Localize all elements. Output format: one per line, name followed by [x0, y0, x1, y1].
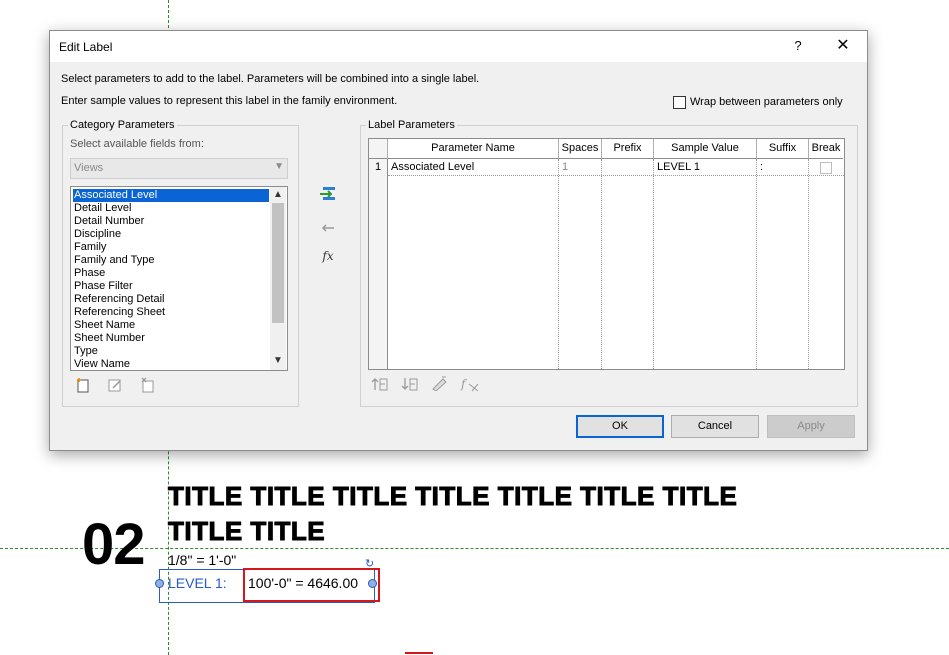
list-item[interactable]: View Name [73, 358, 269, 370]
rotate-grip-icon[interactable]: ↻ [365, 557, 374, 570]
wrap-checkbox-label: Wrap between parameters only [690, 96, 843, 108]
list-item[interactable]: Phase [73, 267, 269, 280]
formula-icon[interactable]: fx [318, 246, 338, 266]
col-sample-value[interactable]: Sample Value [654, 139, 757, 159]
view-scale: 1/8" = 1'-0" [168, 552, 237, 568]
cell-break-checkbox[interactable] [820, 162, 832, 174]
grid-line [756, 159, 757, 369]
col-suffix[interactable]: Suffix [757, 139, 809, 159]
level-elevation-value[interactable]: 100'-0" = 4646.00 [248, 575, 358, 591]
list-item[interactable]: Sheet Name [73, 319, 269, 332]
dialog-description-2: Enter sample values to represent this la… [61, 95, 398, 107]
col-spaces[interactable]: Spaces [559, 139, 602, 159]
wrap-checkbox[interactable] [673, 95, 686, 109]
close-button[interactable]: ✕ [830, 34, 856, 58]
category-parameter-list[interactable]: Associated Level Detail Level Detail Numbe… [70, 186, 288, 371]
scroll-up-icon[interactable]: ▲ [272, 188, 284, 202]
dialog-titlebar[interactable]: Edit Label ? ✕ [50, 31, 867, 62]
dialog-title: Edit Label [59, 40, 113, 54]
level-label-text[interactable]: LEVEL 1: [168, 575, 227, 591]
new-parameter-icon[interactable] [73, 377, 93, 397]
list-item[interactable]: Associated Level [73, 189, 269, 202]
fields-label: Select available fields from: [70, 138, 204, 150]
edit-format-icon[interactable] [430, 375, 450, 395]
scroll-down-icon[interactable]: ▼ [272, 354, 284, 368]
svg-text:f: f [460, 377, 468, 391]
list-item[interactable]: Phase Filter [73, 280, 269, 293]
view-title-line-1: TITLE TITLE TITLE TITLE TITLE TITLE TITL… [167, 481, 738, 512]
move-down-icon[interactable] [400, 376, 420, 396]
cell-parameter-name[interactable]: Associated Level [388, 159, 558, 175]
view-title-line-2: TITLE TITLE [167, 516, 326, 547]
move-up-icon[interactable] [370, 376, 390, 396]
fields-source-value: Views [74, 162, 104, 174]
apply-button[interactable]: Apply [767, 415, 855, 438]
view-number: 02 [82, 512, 146, 577]
edit-parameter-icon[interactable] [105, 377, 125, 397]
dialog-description-1: Select parameters to add to the label. P… [61, 73, 480, 85]
list-item[interactable]: Family and Type [73, 254, 269, 267]
grid-corner [369, 139, 388, 159]
list-item[interactable]: Detail Number [73, 215, 269, 228]
row-index: 1 [375, 161, 382, 173]
col-break[interactable]: Break [809, 139, 843, 159]
list-item[interactable]: Sheet Number [73, 332, 269, 345]
category-parameters-title: Category Parameters [68, 119, 177, 131]
grid-line [653, 159, 654, 369]
list-scrollbar[interactable]: ▲ ▼ [270, 187, 286, 370]
wrap-checkbox-row[interactable]: Wrap between parameters only [673, 95, 843, 109]
edit-label-dialog: Edit Label ? ✕ Select parameters to add … [49, 30, 868, 451]
left-drag-grip[interactable] [155, 579, 164, 588]
label-parameters-title: Label Parameters [366, 119, 457, 131]
list-item[interactable]: Discipline [73, 228, 269, 241]
ok-button[interactable]: OK [576, 415, 664, 438]
list-item[interactable]: Referencing Detail [73, 293, 269, 306]
label-parameters-grid[interactable]: Parameter Name Spaces Prefix Sample Valu… [368, 138, 845, 370]
fields-source-select[interactable]: Views ▼ [70, 158, 288, 179]
add-parameter-icon[interactable] [318, 186, 338, 206]
delete-parameter-icon[interactable] [138, 377, 158, 397]
cell-sample-value[interactable]: LEVEL 1 [654, 159, 756, 175]
col-parameter-name[interactable]: Parameter Name [388, 139, 559, 159]
grid-line [808, 159, 809, 369]
grid-line [601, 159, 602, 369]
chevron-down-icon: ▼ [274, 161, 284, 172]
cell-spaces[interactable]: 1 [559, 159, 601, 175]
row-separator [388, 175, 844, 176]
scrollbar-thumb[interactable] [272, 203, 284, 323]
cancel-button[interactable]: Cancel [671, 415, 759, 438]
list-item[interactable]: Referencing Sheet [73, 306, 269, 319]
list-item[interactable]: Detail Level [73, 202, 269, 215]
remove-parameter-icon[interactable] [318, 220, 338, 240]
help-button[interactable]: ? [786, 34, 810, 58]
list-item[interactable]: Family [73, 241, 269, 254]
grid-line [558, 159, 559, 369]
cell-suffix[interactable]: : [757, 159, 808, 175]
red-mark [405, 652, 433, 654]
col-prefix[interactable]: Prefix [602, 139, 654, 159]
cell-prefix[interactable] [602, 159, 653, 175]
formula-edit-icon[interactable]: f [460, 376, 480, 396]
right-drag-grip[interactable] [368, 579, 377, 588]
list-item[interactable]: Type [73, 345, 269, 358]
